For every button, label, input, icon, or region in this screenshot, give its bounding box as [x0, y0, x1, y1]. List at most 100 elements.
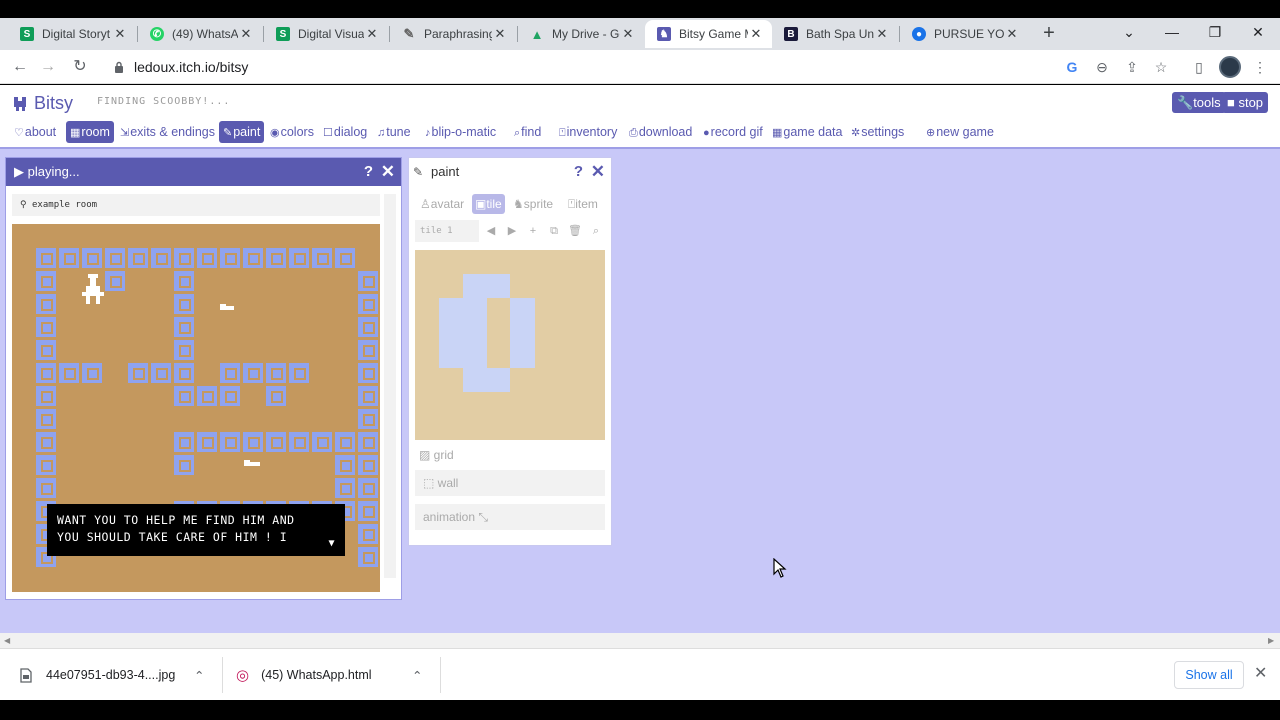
restore-icon[interactable]: ❐: [1201, 20, 1229, 44]
duplicate-icon[interactable]: ⧉: [545, 220, 563, 242]
download-item[interactable]: ◎ (45) WhatsApp.html ⌃: [236, 649, 426, 701]
close-icon[interactable]: ✕: [381, 158, 395, 186]
browser-tab[interactable]: ▲ My Drive - Go ✕: [518, 20, 644, 48]
url-text: ledoux.itch.io/bitsy: [134, 59, 249, 75]
type-item[interactable]: ⍞item: [565, 194, 601, 214]
address-bar[interactable]: ledoux.itch.io/bitsy: [104, 54, 1184, 80]
stop-button[interactable]: ■ stop: [1222, 92, 1269, 113]
wall-toggle[interactable]: ⬚ wall: [415, 470, 605, 496]
whatsapp-icon: ✆: [150, 27, 164, 41]
nav-tune[interactable]: ♫tune: [373, 121, 415, 143]
forward-icon[interactable]: →: [36, 55, 60, 79]
close-icon[interactable]: ✕: [492, 26, 508, 42]
prev-icon[interactable]: ◀: [482, 220, 500, 242]
nav-new-game[interactable]: ⊕new game: [922, 121, 998, 143]
profile-avatar[interactable]: [1219, 56, 1241, 78]
nav-dialog[interactable]: ☐dialog: [319, 121, 371, 143]
wall-tile: [220, 248, 240, 268]
bath-spa-icon: B: [784, 27, 798, 41]
new-tab-button[interactable]: +: [1038, 22, 1060, 44]
vertical-scrollbar[interactable]: [384, 194, 396, 578]
type-label: sprite: [523, 197, 554, 211]
nav-about[interactable]: ♡about: [10, 121, 60, 143]
delete-icon[interactable]: 🗑: [566, 220, 584, 242]
type-sprite[interactable]: ♞sprite: [510, 194, 556, 214]
close-icon[interactable]: ✕: [1004, 26, 1020, 42]
share-icon[interactable]: ⇪: [1123, 58, 1141, 76]
next-icon[interactable]: ▶: [503, 220, 521, 242]
tile-toolbar: tile 1 ◀ ▶ + ⧉ 🗑 ⌕: [415, 220, 605, 242]
wall-tile: [243, 432, 263, 452]
animation-toggle[interactable]: animation ⤡: [415, 504, 605, 530]
browser-tab[interactable]: B Bath Spa Univ ✕: [772, 20, 898, 48]
menu-icon[interactable]: ⋮: [1251, 58, 1269, 76]
tab-title: Paraphrasing: [424, 27, 492, 41]
close-icon[interactable]: ✕: [748, 26, 764, 42]
wall-tile: [128, 248, 148, 268]
chevron-up-icon[interactable]: ⌃: [194, 668, 204, 683]
browser-tab[interactable]: S Digital Storyt ✕: [8, 20, 136, 48]
paint-window-header[interactable]: ✎ paint ? ✕: [409, 158, 611, 186]
help-icon[interactable]: ?: [364, 158, 373, 186]
tools-button[interactable]: 🔧tools: [1172, 92, 1226, 113]
nav-blip-o-matic[interactable]: ♪blip-o-matic: [421, 121, 500, 143]
game-canvas[interactable]: WANT YOU TO HELP ME FIND HIM AND YOU SHO…: [12, 224, 380, 592]
browser-tab[interactable]: S Digital Visual ✕: [264, 20, 388, 48]
playing-window-header[interactable]: ▶ playing... ? ✕: [6, 158, 401, 186]
nav-settings[interactable]: ✲settings: [847, 121, 908, 143]
close-icon[interactable]: ✕: [364, 26, 380, 42]
search-icon[interactable]: ⌕: [587, 220, 605, 242]
nav-inventory[interactable]: ⍞inventory: [555, 121, 621, 143]
close-icon[interactable]: ✕: [620, 26, 636, 42]
tab-search-icon[interactable]: ⌄: [1115, 20, 1143, 44]
tile-name-input[interactable]: tile 1: [415, 220, 479, 242]
game-title[interactable]: FINDING SCOOBBY!...: [97, 96, 230, 107]
download-item[interactable]: 44e07951-db93-4....jpg ⌃: [20, 649, 210, 701]
scroll-right-icon[interactable]: ▶: [1268, 633, 1274, 648]
close-icon[interactable]: ✕: [238, 26, 254, 42]
wall-tile: [358, 501, 378, 521]
show-all-button[interactable]: Show all: [1174, 661, 1244, 689]
side-panel-icon[interactable]: ▯: [1190, 58, 1208, 76]
nav-label: download: [638, 125, 693, 139]
minimize-icon[interactable]: —: [1158, 20, 1186, 44]
close-icon[interactable]: ✕: [112, 26, 128, 42]
grid-toggle[interactable]: ▨ grid: [415, 442, 605, 468]
close-icon[interactable]: ✕: [1254, 663, 1267, 683]
chevron-up-icon[interactable]: ⌃: [412, 668, 422, 683]
add-icon[interactable]: +: [524, 220, 542, 242]
lock-icon: [115, 61, 123, 73]
nav-game-data[interactable]: ▦game data: [768, 121, 846, 143]
wall-tile: [59, 363, 79, 383]
horizontal-scrollbar[interactable]: ◀ ▶: [0, 633, 1280, 648]
nav-room[interactable]: ▦room: [66, 121, 114, 143]
reload-icon[interactable]: ↻: [68, 55, 92, 79]
wall-tile: [335, 455, 355, 475]
help-icon[interactable]: ?: [574, 158, 583, 186]
browser-tab[interactable]: ✆ (49) WhatsAp ✕: [138, 20, 262, 48]
paint-canvas[interactable]: [415, 250, 605, 440]
nav-download[interactable]: ⎙download: [625, 121, 696, 143]
pixel-block: [510, 298, 535, 368]
window-close-icon[interactable]: ✕: [1244, 20, 1272, 44]
google-icon[interactable]: G: [1063, 58, 1081, 76]
scroll-left-icon[interactable]: ◀: [4, 633, 10, 648]
room-name-field[interactable]: ⚲ example room: [12, 194, 380, 216]
type-tile[interactable]: ▣tile: [472, 194, 505, 214]
nav-exits-endings[interactable]: ⇲exits & endings: [116, 121, 219, 143]
bookmark-star-icon[interactable]: ☆: [1152, 58, 1170, 76]
nav-record-gif[interactable]: ●record gif: [699, 121, 767, 143]
wall-tile: [36, 294, 56, 314]
nav-paint[interactable]: ✎paint: [219, 121, 265, 143]
nav-colors[interactable]: ◉colors: [266, 121, 318, 143]
nav-find[interactable]: ⌕find: [510, 121, 545, 143]
browser-tab[interactable]: ● PURSUE YOU ✕: [900, 20, 1028, 48]
browser-tab[interactable]: ✎ Paraphrasing ✕: [390, 20, 516, 48]
type-avatar[interactable]: ♙avatar: [417, 194, 467, 214]
wall-tile: [312, 248, 332, 268]
close-icon[interactable]: ✕: [591, 158, 605, 186]
zoom-icon[interactable]: ⊖: [1093, 58, 1111, 76]
back-icon[interactable]: ←: [8, 55, 32, 79]
browser-tab-active[interactable]: ♞ Bitsy Game M ✕: [645, 20, 772, 48]
close-icon[interactable]: ✕: [874, 26, 890, 42]
